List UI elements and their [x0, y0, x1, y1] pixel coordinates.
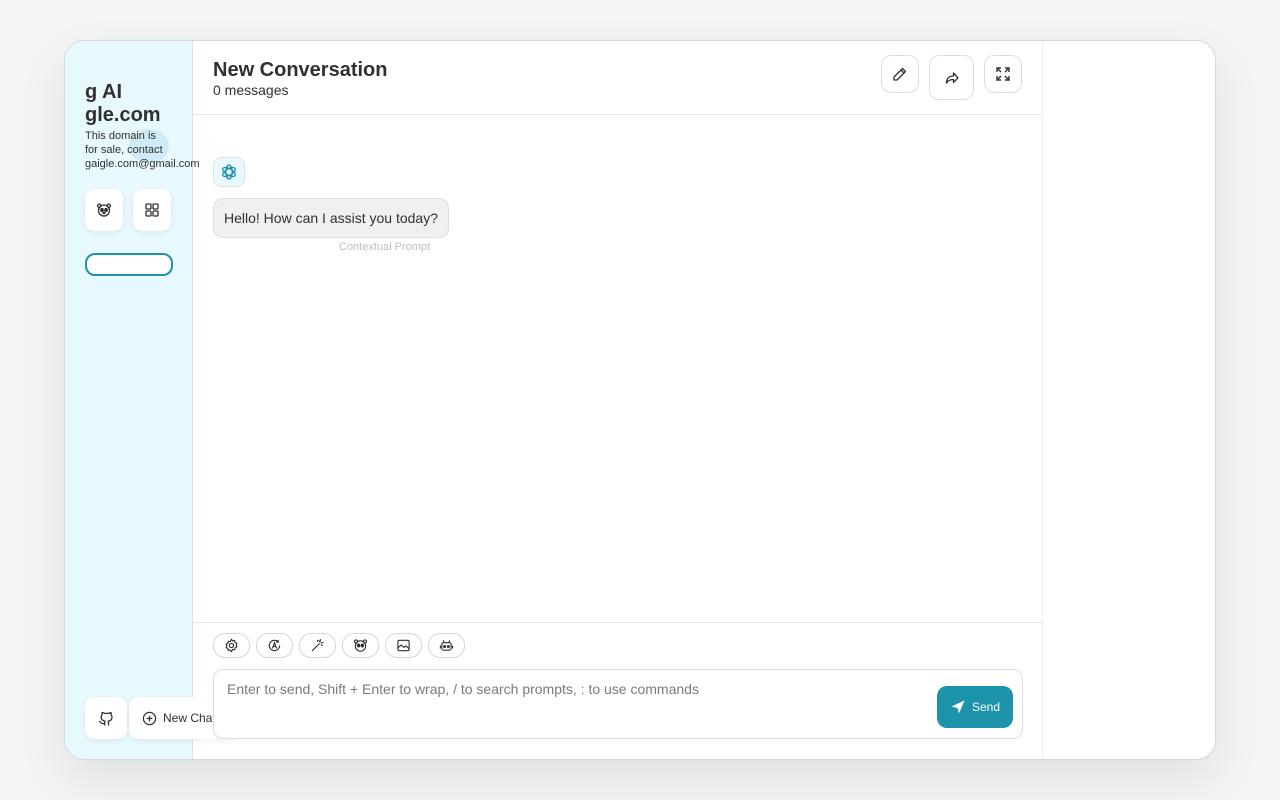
github-button[interactable] — [85, 697, 127, 739]
message-count: 0 messages — [213, 82, 289, 98]
chat-input[interactable] — [227, 679, 927, 699]
header-actions — [881, 55, 1022, 100]
app-window: g AI gle.com This domain is for sale, co… — [64, 40, 1216, 760]
chat-actions — [213, 633, 465, 658]
fullscreen-icon — [996, 67, 1010, 81]
assistant-avatar — [213, 157, 245, 187]
edit-icon — [893, 67, 907, 81]
robot-button[interactable] — [428, 633, 465, 658]
share-button[interactable] — [929, 55, 974, 100]
github-icon — [98, 711, 113, 726]
theme-button[interactable] — [256, 633, 293, 658]
message-list: Hello! How can I assist you today? Conte… — [193, 116, 1042, 622]
mask-icon — [353, 639, 368, 652]
prompt-button[interactable] — [299, 633, 336, 658]
mask-button[interactable] — [85, 189, 123, 231]
settings-icon — [225, 638, 238, 653]
fullscreen-button[interactable] — [984, 55, 1022, 93]
chat-header: New Conversation 0 messages — [193, 41, 1042, 115]
send-label: Send — [971, 700, 1001, 714]
mask-icon — [96, 203, 112, 217]
openai-icon — [222, 164, 236, 180]
share-icon — [945, 71, 959, 84]
sidebar-outline-button[interactable] — [85, 253, 173, 276]
send-button[interactable]: Send — [937, 686, 1013, 728]
chat-panel: New Conversation 0 messages Hello! How c… — [193, 41, 1043, 759]
message-meta: Contextual Prompt — [339, 241, 431, 253]
image-button[interactable] — [385, 633, 422, 658]
mask-action-button[interactable] — [342, 633, 379, 658]
robot-icon — [439, 640, 454, 651]
sidebar: g AI gle.com This domain is for sale, co… — [65, 41, 239, 759]
theme-auto-icon — [268, 639, 281, 652]
image-icon — [397, 639, 410, 652]
magic-wand-icon — [311, 638, 324, 652]
add-circle-icon — [142, 711, 157, 725]
plugins-button[interactable] — [133, 189, 171, 231]
assistant-message: Hello! How can I assist you today? — [213, 198, 449, 238]
sidebar-actions — [85, 189, 171, 231]
send-icon — [951, 700, 965, 714]
input-panel: Send — [193, 622, 1042, 759]
edit-button[interactable] — [881, 55, 919, 93]
settings-button[interactable] — [213, 633, 250, 658]
chat-input-box: Send — [213, 669, 1023, 739]
page-title[interactable]: New Conversation — [213, 59, 387, 82]
apps-grid-icon — [145, 203, 159, 217]
